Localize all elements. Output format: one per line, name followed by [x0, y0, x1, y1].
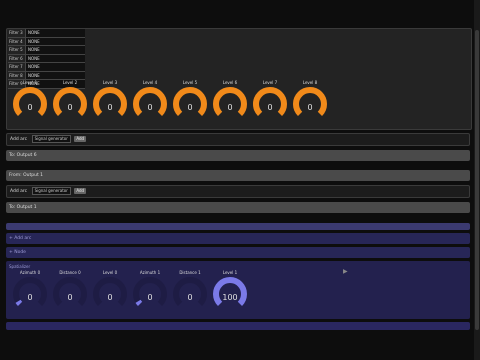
filter-row[interactable]: Filter 3 NONE: [8, 29, 85, 38]
add-arc-purple-row[interactable]: + Add arc: [6, 233, 470, 244]
knob-value: 0: [307, 103, 313, 112]
purple-bar[interactable]: [6, 223, 470, 230]
knob[interactable]: Level 40: [131, 80, 169, 122]
knob-value: 0: [107, 293, 113, 302]
knob-value: 0: [67, 293, 73, 302]
knob[interactable]: Level 70: [251, 80, 289, 122]
filter-label: Filter 4: [9, 38, 23, 44]
filter-select[interactable]: NONE: [25, 54, 85, 62]
knob[interactable]: Level 80: [291, 80, 329, 122]
add-arc-label: Add arc: [10, 137, 28, 142]
filter-label: Filter 6: [9, 55, 23, 61]
knob-value: 100: [222, 293, 238, 302]
output-row[interactable]: From: Output 1: [6, 170, 470, 181]
signal-generator-select[interactable]: Signal generator: [31, 186, 71, 195]
knob-value: 0: [27, 103, 33, 112]
knob-value: 0: [267, 103, 273, 112]
filter-row[interactable]: Filter 6 NONE: [8, 54, 85, 63]
mouse-cursor-icon: ▶: [343, 268, 348, 275]
knob-value: 0: [187, 103, 193, 112]
node-row[interactable]: + Node: [6, 247, 470, 258]
add-arc-row: Add arc Signal generator Add: [6, 133, 470, 146]
output-row[interactable]: To: Output 1: [6, 202, 470, 213]
add-button[interactable]: Add: [74, 135, 87, 142]
knob[interactable]: Level 00: [91, 270, 129, 312]
filter-select[interactable]: NONE: [25, 71, 85, 79]
filter-select[interactable]: NONE: [25, 46, 85, 54]
bottom-strip: [6, 322, 470, 330]
add-arc-row: Add arc Signal generator Add: [6, 185, 470, 198]
filter-label: Filter 7: [9, 64, 23, 69]
knob[interactable]: Azimuth 00: [11, 270, 49, 312]
add-button[interactable]: Add: [74, 187, 87, 194]
knob[interactable]: Level 10: [11, 80, 49, 122]
filter-select[interactable]: NONE: [25, 63, 85, 71]
filter-row[interactable]: Filter 7 NONE: [8, 63, 85, 72]
knob-value: 0: [67, 103, 73, 112]
knob-value: 0: [187, 293, 193, 302]
filter-select[interactable]: NONE: [25, 29, 85, 37]
knob[interactable]: Level 20: [51, 80, 89, 122]
knob[interactable]: Level 60: [211, 80, 249, 122]
filter-row[interactable]: Filter 8 NONE: [8, 71, 85, 80]
knob[interactable]: Level 50: [171, 80, 209, 122]
add-arc-label: Add arc: [10, 189, 28, 194]
scrollbar-thumb[interactable]: [475, 30, 479, 330]
filter-row[interactable]: Filter 4 NONE: [8, 37, 85, 46]
filter-label: Filter 3: [9, 30, 23, 35]
knob[interactable]: Level 30: [91, 80, 129, 122]
filter-label: Filter 5: [9, 47, 23, 52]
knob[interactable]: Level 1 100: [211, 270, 249, 312]
filter-select[interactable]: NONE: [25, 37, 85, 45]
spatializer-title: Spatializer: [9, 264, 31, 269]
knob-value: 0: [227, 103, 233, 112]
filter-row[interactable]: Filter 5 NONE: [8, 46, 85, 55]
knob-value: 0: [147, 103, 153, 112]
knob[interactable]: Distance 10: [171, 270, 209, 312]
knob[interactable]: Azimuth 10: [131, 270, 169, 312]
scrollbar[interactable]: [474, 0, 480, 360]
filter-label: Filter 8: [9, 72, 23, 78]
knob-value: 0: [107, 103, 113, 112]
output-row[interactable]: To: Output 6: [6, 150, 470, 161]
knob-value: 0: [147, 293, 153, 302]
knob-value: 0: [27, 293, 33, 302]
signal-generator-select[interactable]: Signal generator: [31, 134, 71, 143]
knob[interactable]: Distance 00: [51, 270, 89, 312]
